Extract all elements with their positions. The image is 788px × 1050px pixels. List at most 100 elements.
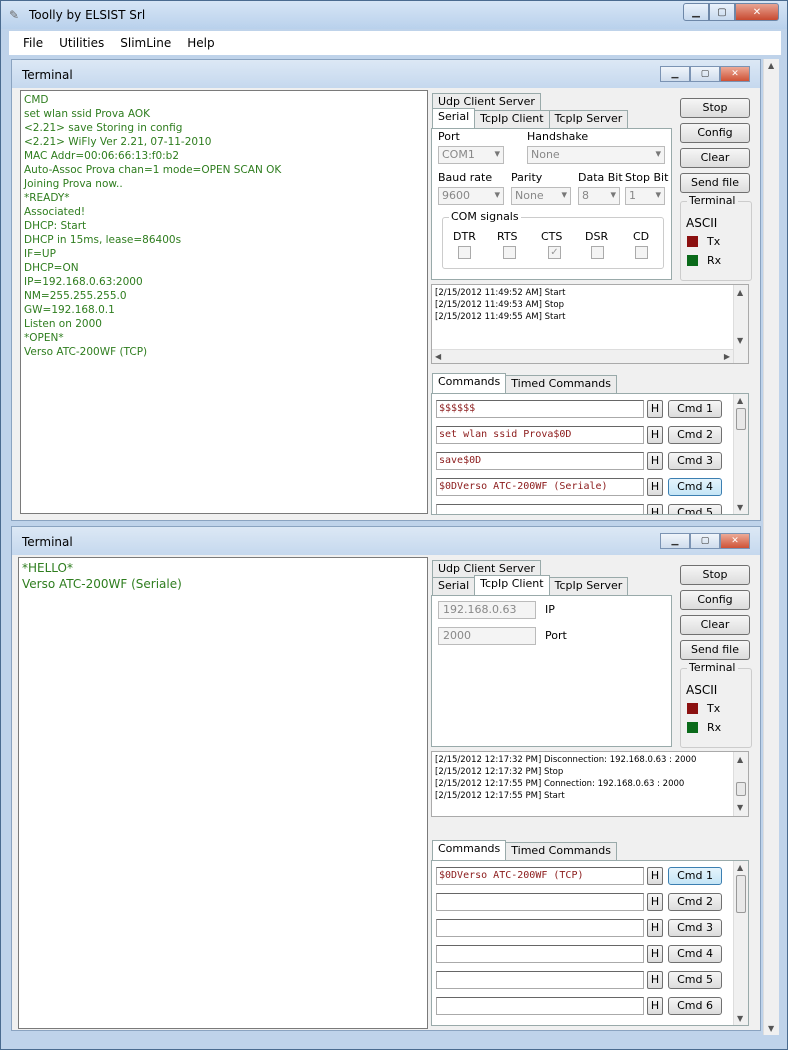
hex-toggle-button-3[interactable]: H	[647, 919, 663, 937]
minimize-button[interactable]: ▁	[683, 3, 709, 21]
tab-tcpip-server[interactable]: TcpIp Server	[548, 577, 629, 595]
send-command-button-6[interactable]: Cmd 6	[668, 997, 722, 1015]
parity-select[interactable]: None	[511, 187, 571, 205]
baud-rate-select[interactable]: 9600	[438, 187, 504, 205]
ip-address-input[interactable]: 192.168.0.63	[438, 601, 536, 619]
hex-toggle-button-1[interactable]: H	[647, 400, 663, 418]
send-command-button-1[interactable]: Cmd 1	[668, 867, 722, 885]
hex-toggle-button-4[interactable]: H	[647, 478, 663, 496]
cd-checkbox[interactable]	[635, 246, 648, 259]
stop-button[interactable]: Stop	[680, 565, 750, 585]
command-input-3[interactable]	[436, 919, 644, 937]
dtr-checkbox[interactable]	[458, 246, 471, 259]
terminal-bottom-title-bar[interactable]: Terminal ▁ ▢ ✕	[12, 527, 760, 555]
terminal-top-title-bar[interactable]: Terminal ▁ ▢ ✕	[12, 60, 760, 88]
terminal-bottom-close-button[interactable]: ✕	[720, 533, 750, 549]
send-file-button[interactable]: Send file	[680, 173, 750, 193]
command-input-1[interactable]: $0DVerso ATC-200WF (TCP)	[436, 867, 644, 885]
hex-toggle-button-5[interactable]: H	[647, 504, 663, 514]
title-bar[interactable]: ✎ Toolly by ELSIST Srl ▁ ▢ ✕	[1, 1, 787, 29]
hex-toggle-button-2[interactable]: H	[647, 426, 663, 444]
command-input-6[interactable]	[436, 997, 644, 1015]
mdi-vertical-scrollbar[interactable]: ▲ ▼	[763, 59, 779, 1035]
cd-label: CD	[633, 230, 650, 243]
hex-toggle-button-2[interactable]: H	[647, 893, 663, 911]
log-entry: [2/15/2012 12:17:55 PM] Connection: 192.…	[435, 779, 685, 789]
send-command-button-4[interactable]: Cmd 4	[668, 478, 722, 496]
send-command-button-1[interactable]: Cmd 1	[668, 400, 722, 418]
send-command-button-2[interactable]: Cmd 2	[668, 893, 722, 911]
port-select[interactable]: COM1	[438, 146, 504, 164]
hex-toggle-button-5[interactable]: H	[647, 971, 663, 989]
send-command-button-2[interactable]: Cmd 2	[668, 426, 722, 444]
command-input-2[interactable]: set wlan ssid Prova$0D	[436, 426, 644, 444]
tab-tcpip-client[interactable]: TcpIp Client	[474, 575, 550, 595]
menu-help[interactable]: Help	[179, 36, 222, 50]
terminal-bottom-restore-button[interactable]: ▢	[690, 533, 720, 549]
command-input-1[interactable]: $$$$$$	[436, 400, 644, 418]
tab-commands[interactable]: Commands	[432, 840, 507, 860]
stop-button[interactable]: Stop	[680, 98, 750, 118]
stop-bit-select[interactable]: 1	[625, 187, 665, 205]
event-log[interactable]: [2/15/2012 12:17:32 PM] Disconnection: 1…	[431, 751, 749, 817]
send-command-button-3[interactable]: Cmd 3	[668, 919, 722, 937]
terminal-output[interactable]: *HELLO* Verso ATC-200WF (Seriale)	[18, 557, 428, 1029]
config-button[interactable]: Config	[680, 123, 750, 143]
commands-scrollbar[interactable]: ▲ ▼	[733, 861, 748, 1025]
tab-commands[interactable]: Commands	[432, 373, 507, 393]
terminal-top-title: Terminal	[22, 68, 73, 82]
command-input-3[interactable]: save$0D	[436, 452, 644, 470]
port-label: Port	[545, 629, 567, 642]
terminal-bottom-minimize-button[interactable]: ▁	[660, 533, 690, 549]
terminal-mode-group: Terminal ASCII Tx Rx	[680, 661, 752, 748]
dsr-checkbox[interactable]	[591, 246, 604, 259]
hex-toggle-button-1[interactable]: H	[647, 867, 663, 885]
clear-button[interactable]: Clear	[680, 148, 750, 168]
hex-toggle-button-6[interactable]: H	[647, 997, 663, 1015]
tab-tcpip-client[interactable]: TcpIp Client	[474, 110, 550, 128]
app-icon: ✎	[9, 8, 20, 22]
event-log[interactable]: [2/15/2012 11:49:52 AM] Start [2/15/2012 …	[431, 284, 749, 364]
event-log-scrollbar[interactable]: ▲ ▼	[733, 285, 748, 363]
menu-file[interactable]: File	[15, 36, 51, 50]
terminal-output[interactable]: CMD set wlan ssid Prova AOK <2.21> save St…	[20, 90, 428, 514]
menu-slimline[interactable]: SlimLine	[112, 36, 179, 50]
command-input-4[interactable]: $0DVerso ATC-200WF (Seriale)	[436, 478, 644, 496]
cts-checkbox[interactable]: ✓	[548, 246, 561, 259]
tab-serial[interactable]: Serial	[432, 577, 476, 595]
handshake-select[interactable]: None	[527, 146, 665, 164]
log-entry: [2/15/2012 11:49:55 AM] Start	[435, 312, 566, 322]
rts-checkbox[interactable]	[503, 246, 516, 259]
tab-serial[interactable]: Serial	[432, 108, 476, 128]
command-input-4[interactable]	[436, 945, 644, 963]
terminal-line: *READY*	[24, 192, 70, 204]
hex-toggle-button-3[interactable]: H	[647, 452, 663, 470]
command-input-2[interactable]	[436, 893, 644, 911]
dtr-label: DTR	[453, 230, 476, 243]
terminal-top-close-button[interactable]: ✕	[720, 66, 750, 82]
tab-timed-commands[interactable]: Timed Commands	[505, 375, 617, 393]
send-command-button-3[interactable]: Cmd 3	[668, 452, 722, 470]
maximize-button[interactable]: ▢	[709, 3, 735, 21]
command-input-5[interactable]	[436, 971, 644, 989]
port-input[interactable]: 2000	[438, 627, 536, 645]
hex-toggle-button-4[interactable]: H	[647, 945, 663, 963]
terminal-top-restore-button[interactable]: ▢	[690, 66, 720, 82]
send-file-button[interactable]: Send file	[680, 640, 750, 660]
close-button[interactable]: ✕	[735, 3, 779, 21]
event-log-scrollbar[interactable]: ▲ ▼	[733, 752, 748, 816]
tab-timed-commands[interactable]: Timed Commands	[505, 842, 617, 860]
send-command-button-4[interactable]: Cmd 4	[668, 945, 722, 963]
send-command-button-5[interactable]: Cmd 5	[668, 971, 722, 989]
commands-scrollbar[interactable]: ▲ ▼	[733, 394, 748, 514]
send-command-button-5[interactable]: Cmd 5	[668, 504, 722, 514]
command-input-5[interactable]	[436, 504, 644, 514]
log-entry: [2/15/2012 11:49:52 AM] Start	[435, 288, 566, 298]
event-log-hscrollbar[interactable]: ◀ ▶	[432, 349, 733, 363]
tab-tcpip-server[interactable]: TcpIp Server	[548, 110, 629, 128]
config-button[interactable]: Config	[680, 590, 750, 610]
menu-utilities[interactable]: Utilities	[51, 36, 112, 50]
terminal-top-minimize-button[interactable]: ▁	[660, 66, 690, 82]
clear-button[interactable]: Clear	[680, 615, 750, 635]
data-bit-select[interactable]: 8	[578, 187, 620, 205]
